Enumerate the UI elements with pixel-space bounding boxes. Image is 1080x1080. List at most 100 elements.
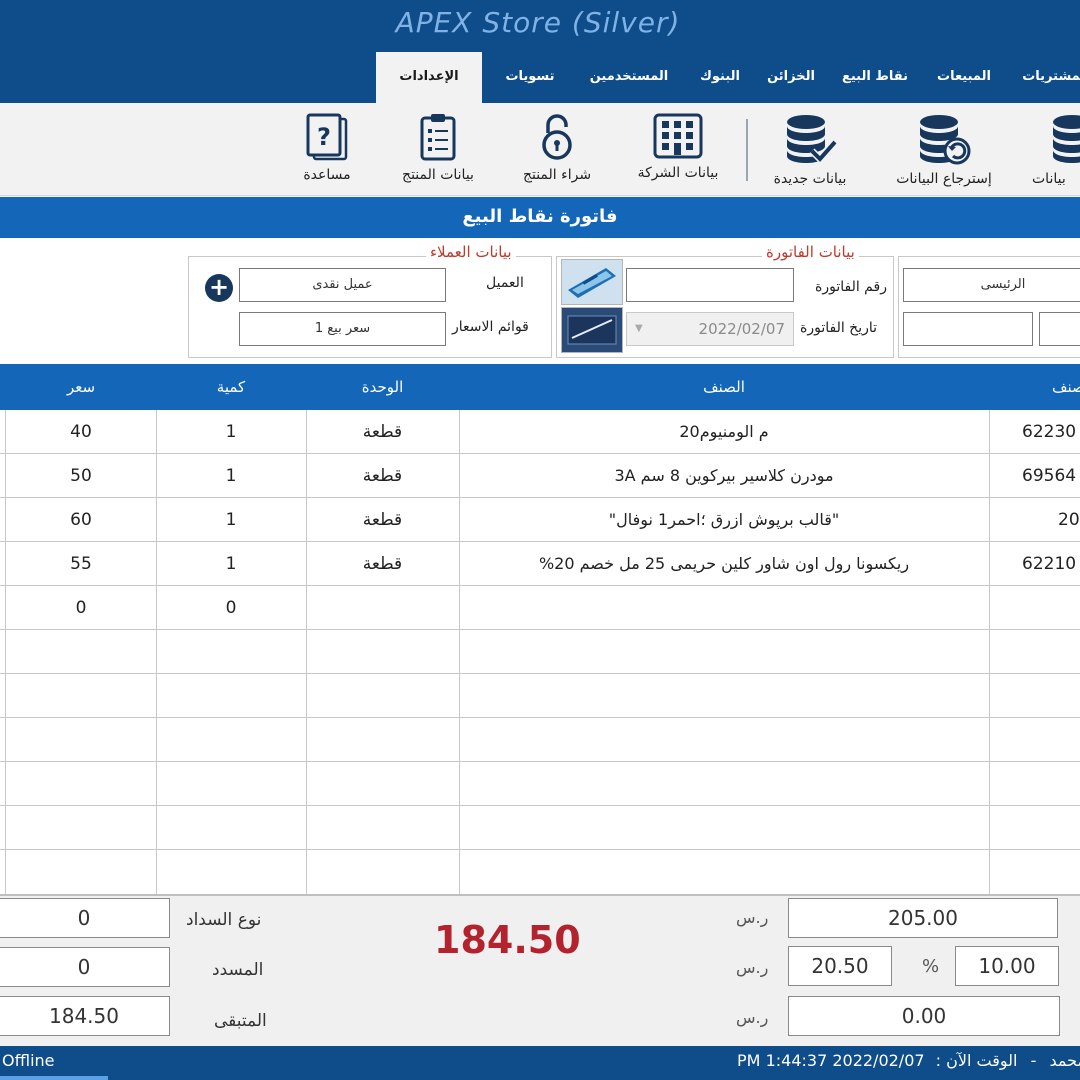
card-icon bbox=[562, 260, 622, 304]
table-row-empty[interactable] bbox=[0, 762, 1080, 806]
status-separator: - bbox=[1030, 1051, 1037, 1070]
table-row-empty[interactable] bbox=[0, 806, 1080, 850]
table-row-empty[interactable] bbox=[0, 850, 1080, 894]
ribbon-button-restore[interactable]: إسترجاع البيانات bbox=[880, 113, 1008, 195]
ribbon-label: إسترجاع البيانات bbox=[896, 171, 992, 187]
cell-qty[interactable]: 1 bbox=[156, 498, 306, 542]
invoice-number-field[interactable] bbox=[626, 268, 794, 302]
cell-price[interactable]: 0 bbox=[6, 586, 156, 630]
status-time-label: الوقت الآن : bbox=[935, 1051, 1018, 1070]
ribbon-button-product-data[interactable]: بيانات المنتج bbox=[386, 113, 490, 195]
table-row-empty[interactable] bbox=[0, 630, 1080, 674]
building-icon bbox=[653, 113, 703, 159]
cell-unit[interactable]: قطعة bbox=[306, 410, 459, 454]
cell-unit[interactable] bbox=[306, 586, 459, 630]
discount-percent-field[interactable]: 10.00 bbox=[955, 946, 1059, 986]
ribbon-button-data[interactable]: بيانات bbox=[1032, 113, 1080, 195]
store-field[interactable]: الرئيسى bbox=[903, 268, 1080, 302]
remaining-label: المتبقى bbox=[214, 1011, 267, 1031]
table-row[interactable]: 60 1 قطعة "قالب برپوش ازرق ؛احمر1 نوفال"… bbox=[0, 498, 1080, 542]
cell-price[interactable]: 50 bbox=[6, 454, 156, 498]
chevron-down-icon[interactable]: ▼ bbox=[635, 313, 643, 345]
cell-item[interactable]: 3A مودرن كلاسير بيركوين 8 سم bbox=[459, 454, 989, 498]
table-row-empty[interactable] bbox=[0, 674, 1080, 718]
ribbon-tabs: المشتريات المبيعات نقاط البيع الخزائن ال… bbox=[0, 52, 1080, 103]
help-icon: ? bbox=[306, 113, 348, 161]
table-row-new[interactable]: 0 0 bbox=[0, 586, 1080, 630]
database-check-icon bbox=[787, 115, 838, 165]
cell-qty[interactable]: 1 bbox=[156, 410, 306, 454]
cell-code[interactable] bbox=[1022, 586, 1080, 630]
grid-header: سعر كمية الوحدة الصنف كود الصنف bbox=[0, 364, 1080, 410]
cell-unit[interactable]: قطعة bbox=[306, 498, 459, 542]
cell-price[interactable]: 40 bbox=[6, 410, 156, 454]
tax-field[interactable]: 0.00 bbox=[788, 996, 1060, 1036]
cell-item[interactable] bbox=[459, 586, 989, 630]
customer-field[interactable]: عميل نقدى bbox=[239, 268, 446, 302]
invoice-date-label: تاريخ الفاتورة bbox=[800, 320, 878, 336]
ribbon-button-company[interactable]: بيانات الشركة bbox=[622, 113, 734, 195]
table-row-empty[interactable] bbox=[0, 718, 1080, 762]
cell-code[interactable]: 62210 bbox=[1022, 542, 1080, 586]
barcode-scan-button[interactable] bbox=[561, 259, 623, 305]
tab-purchases[interactable]: المشتريات bbox=[1016, 52, 1080, 103]
column-header-price[interactable]: سعر bbox=[6, 364, 156, 410]
cell-code[interactable]: 62230 bbox=[1022, 410, 1080, 454]
tab-treasuries[interactable]: الخزائن bbox=[760, 52, 822, 103]
ribbon-label: بيانات الشركة bbox=[637, 165, 719, 181]
cell-unit[interactable]: قطعة bbox=[306, 454, 459, 498]
cell-price[interactable]: 55 bbox=[6, 542, 156, 586]
add-customer-button[interactable]: + bbox=[205, 274, 233, 302]
ribbon-toolbar: بيانات إسترجاع البيانات بيانات جديدة بيا… bbox=[0, 103, 1080, 196]
cell-unit[interactable]: قطعة bbox=[306, 542, 459, 586]
cell-item[interactable]: "قالب برپوش ازرق ؛احمر1 نوفال" bbox=[459, 498, 989, 542]
extra-field-2[interactable] bbox=[1039, 312, 1080, 346]
tab-settlements[interactable]: تسويات bbox=[492, 52, 568, 103]
tab-banks[interactable]: البنوك bbox=[690, 52, 750, 103]
cell-item[interactable]: %ريكسونا رول اون شاور كلين حريمى 25 مل خ… bbox=[459, 542, 989, 586]
ribbon-label: بيانات bbox=[1032, 171, 1066, 187]
invoice-date-field[interactable]: ▼ 2022/02/07 bbox=[626, 312, 794, 346]
extra-field-1[interactable] bbox=[903, 312, 1033, 346]
grand-total: 184.50 bbox=[434, 918, 581, 962]
calendar-button[interactable] bbox=[561, 307, 623, 353]
column-header-code[interactable]: كود الصنف bbox=[1052, 364, 1080, 410]
connection-status: Offline bbox=[0, 1046, 108, 1080]
ribbon-label: مساعدة bbox=[303, 167, 351, 183]
cell-code[interactable]: 69564 bbox=[1022, 454, 1080, 498]
table-row[interactable]: 55 1 قطعة %ريكسونا رول اون شاور كلين حري… bbox=[0, 542, 1080, 586]
cell-price[interactable]: 60 bbox=[6, 498, 156, 542]
table-row[interactable]: 40 1 قطعة 20م الومنيوم 62230 bbox=[0, 410, 1080, 454]
ribbon-button-help[interactable]: ? مساعدة bbox=[292, 113, 362, 195]
table-row[interactable]: 50 1 قطعة 3A مودرن كلاسير بيركوين 8 سم 6… bbox=[0, 454, 1080, 498]
cell-qty[interactable]: 1 bbox=[156, 542, 306, 586]
paid-field[interactable]: 0 bbox=[0, 947, 170, 987]
items-grid: سعر كمية الوحدة الصنف كود الصنف 40 1 قطع… bbox=[0, 364, 1080, 894]
subtotal-field[interactable]: 205.00 bbox=[788, 898, 1058, 938]
column-header-item[interactable]: الصنف bbox=[459, 364, 989, 410]
discount-value-field[interactable]: 20.50 bbox=[788, 946, 892, 986]
app-title: APEX Store (Silver) bbox=[395, 6, 681, 39]
tab-sales[interactable]: المبيعات bbox=[928, 52, 1000, 103]
cell-item[interactable]: 20م الومنيوم bbox=[459, 410, 989, 454]
column-header-qty[interactable]: كمية bbox=[156, 364, 306, 410]
ribbon-button-buy-product[interactable]: شراء المنتج bbox=[508, 113, 606, 195]
lock-icon bbox=[542, 114, 572, 160]
tab-users[interactable]: المستخدمين bbox=[578, 52, 680, 103]
title-bar: APEX Store (Silver) المشتريات المبيعات ن… bbox=[0, 0, 1080, 103]
tab-settings[interactable]: الإعدادات bbox=[376, 52, 482, 103]
tab-pos[interactable]: نقاط البيع bbox=[832, 52, 918, 103]
svg-text:?: ? bbox=[317, 123, 331, 151]
remaining-field[interactable]: 184.50 bbox=[0, 996, 170, 1036]
cell-qty[interactable]: 1 bbox=[156, 454, 306, 498]
payment-type-field[interactable]: 0 bbox=[0, 898, 170, 938]
cell-qty[interactable]: 0 bbox=[156, 586, 306, 630]
column-header-unit[interactable]: الوحدة bbox=[306, 364, 459, 410]
ribbon-button-new-data[interactable]: بيانات جديدة bbox=[756, 113, 864, 195]
pricelist-field[interactable]: سعر بيع 1 bbox=[239, 312, 446, 346]
ribbon-label: بيانات جديدة bbox=[773, 171, 847, 187]
currency-label: ر.س bbox=[736, 1008, 769, 1027]
cell-code[interactable]: 20 bbox=[1058, 498, 1080, 542]
invoice-group-title: بيانات الفاتورة bbox=[762, 243, 859, 261]
invoice-date-value: 2022/02/07 bbox=[698, 320, 785, 338]
